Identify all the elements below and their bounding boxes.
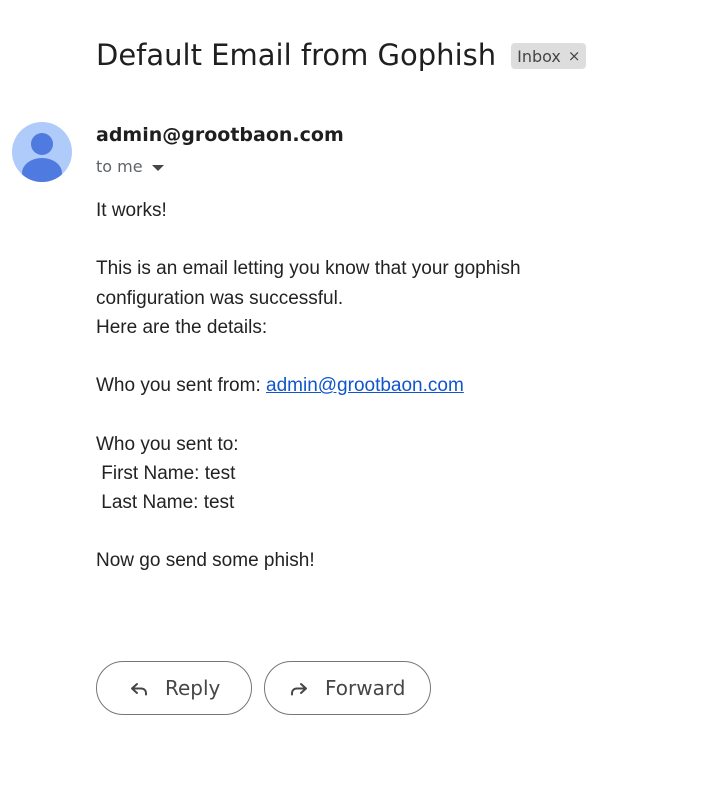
- forward-arrow-icon: [287, 676, 311, 700]
- sent-from-link[interactable]: admin@grootbaon.com: [266, 375, 464, 396]
- close-icon[interactable]: ×: [568, 47, 581, 65]
- reply-arrow-icon: [127, 676, 151, 700]
- inbox-label-chip[interactable]: Inbox ×: [511, 43, 587, 69]
- body-line: First Name: test: [96, 462, 236, 484]
- body-line: Who you sent to:: [96, 433, 239, 455]
- sender-avatar[interactable]: [12, 122, 72, 182]
- body-line: configuration was successful.: [96, 287, 344, 309]
- email-subject: Default Email from Gophish: [96, 38, 497, 72]
- body-line: Here are the details:: [96, 316, 268, 338]
- body-line: This is an email letting you know that y…: [96, 258, 521, 280]
- reply-button[interactable]: Reply: [96, 661, 252, 715]
- email-subject-row: Default Email from Gophish Inbox ×: [96, 38, 587, 72]
- email-body: It works! This is an email letting you k…: [96, 196, 521, 576]
- person-icon-body: [22, 158, 62, 182]
- sender-address[interactable]: admin@grootbaon.com: [96, 124, 344, 146]
- sent-from-label: Who you sent from:: [96, 375, 267, 397]
- recipient-text: to me: [96, 157, 143, 176]
- inbox-label-text: Inbox: [517, 46, 561, 66]
- body-line: Last Name: test: [96, 492, 235, 514]
- forward-button[interactable]: Forward: [264, 661, 431, 715]
- person-icon-head: [31, 133, 53, 155]
- body-line: Now go send some phish!: [96, 550, 315, 572]
- forward-label: Forward: [325, 676, 406, 700]
- reply-label: Reply: [165, 676, 221, 700]
- recipient-details-toggle[interactable]: to me: [96, 157, 164, 176]
- caret-down-icon: [151, 164, 164, 171]
- body-line: It works!: [96, 200, 167, 221]
